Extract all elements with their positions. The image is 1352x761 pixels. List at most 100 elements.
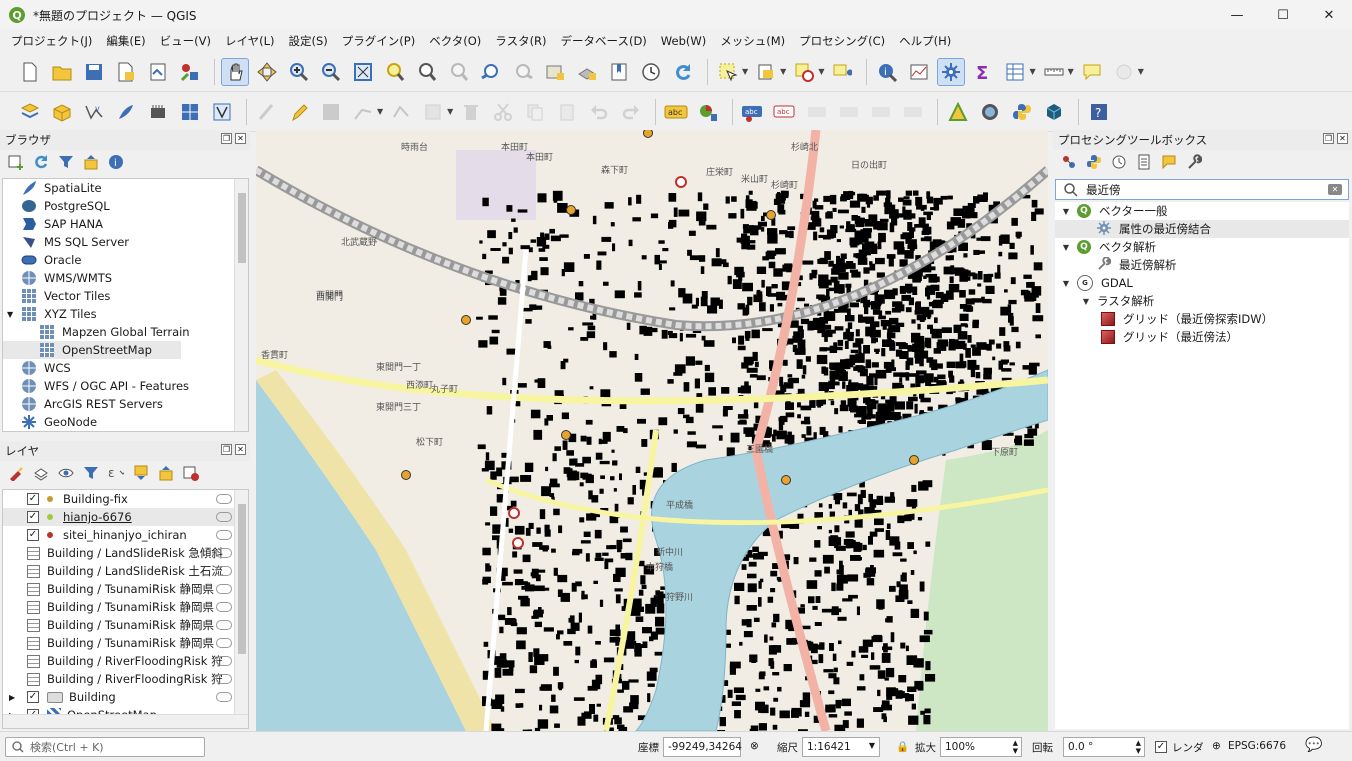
float-panel-icon[interactable]: ❐ <box>221 133 232 144</box>
spatial-bookmark-button[interactable] <box>605 58 633 86</box>
python-console-button[interactable] <box>1008 98 1036 126</box>
menu-view[interactable]: ビュー(V) <box>153 33 218 49</box>
save-project-button[interactable] <box>80 58 108 86</box>
lock-scale-icon[interactable]: 🔒 <box>896 740 909 753</box>
menu-plugins[interactable]: プラグイン(P) <box>335 33 422 49</box>
refresh-icon[interactable] <box>33 154 49 170</box>
browser-item-postgresql[interactable]: PostgreSQL <box>3 197 248 215</box>
map-canvas[interactable]: 本田町 時雨台 本田町 森下町 庄栄町 米山町 杉崎町 杉崎北 日の出町 西開門 西間門 北武蔵野 香貫… <box>256 130 1048 731</box>
options-wrench-icon[interactable] <box>1186 154 1202 170</box>
browser-item-sap-hana[interactable]: SAP HANA <box>3 215 248 233</box>
locator-button[interactable] <box>1110 58 1138 86</box>
new-virtual-layer-button[interactable] <box>208 98 236 126</box>
chevron-down-icon[interactable]: ▼ <box>7 310 17 319</box>
messages-icon[interactable]: 💬 <box>1305 737 1322 753</box>
processing-toolbox-button[interactable] <box>937 57 966 86</box>
scrollbar-thumb[interactable] <box>238 504 246 654</box>
dropdown-arrow-icon[interactable]: ▼ <box>780 67 786 76</box>
zoom-to-selection-button[interactable] <box>381 58 409 86</box>
close-panel-icon[interactable]: ✕ <box>235 133 246 144</box>
chevron-down-icon[interactable]: ▼ <box>1061 279 1071 288</box>
embedded-widget-icon[interactable] <box>216 656 232 666</box>
layer-item[interactable]: Building / RiverFloodingRisk 狩 <box>3 670 248 688</box>
close-button[interactable]: ✕ <box>1306 0 1352 30</box>
new-geopackage-button[interactable] <box>48 98 76 126</box>
modify-attributes-button[interactable] <box>419 98 447 126</box>
new-vertex-layer-button[interactable]: v <box>80 98 108 126</box>
float-panel-icon[interactable]: ❐ <box>1323 133 1334 144</box>
measure-button[interactable] <box>1040 58 1068 86</box>
layer-item[interactable]: ✓ sitei_hinanjyo_ichiran <box>3 526 248 544</box>
style-manager-button[interactable] <box>176 58 204 86</box>
render-checkbox[interactable]: ✓ <box>1155 741 1167 753</box>
zoom-native-button[interactable] <box>445 58 473 86</box>
deselect-all-button[interactable] <box>790 58 818 86</box>
menu-web[interactable]: Web(W) <box>654 34 713 48</box>
dropdown-arrow-icon[interactable]: ▼ <box>818 67 824 76</box>
refresh-button[interactable] <box>669 58 697 86</box>
layer-visibility-checkbox[interactable]: ✓ <box>27 511 39 523</box>
menu-project[interactable]: プロジェクト(J) <box>4 33 99 49</box>
browser-scrollbar[interactable] <box>234 179 248 431</box>
layer-labeling-button[interactable]: abc <box>662 98 690 126</box>
zoom-full-button[interactable] <box>349 58 377 86</box>
chevron-right-icon[interactable]: ▶ <box>9 693 21 702</box>
filter-expression-icon[interactable]: ε <box>108 465 124 481</box>
embedded-widget-icon[interactable] <box>216 602 232 612</box>
layer-item[interactable]: Building / TsunamiRisk 静岡県 <box>3 616 248 634</box>
temp-scratch-layer-button[interactable] <box>144 98 172 126</box>
browser-item-wcs[interactable]: WCS <box>3 359 248 377</box>
browser-item-xyz-tiles[interactable]: ▼ XYZ Tiles <box>3 305 248 323</box>
style-panel-icon[interactable] <box>8 465 24 481</box>
layer-diagram-button[interactable] <box>694 98 722 126</box>
layer-item[interactable]: Building / LandSlideRisk 土石流 <box>3 562 248 580</box>
plugin-globe-button[interactable] <box>976 98 1004 126</box>
dropdown-arrow-icon[interactable]: ▼ <box>377 107 383 116</box>
processing-item[interactable]: ▼ Q ベクタ解析 <box>1055 238 1349 256</box>
chevron-down-icon[interactable]: ▼ <box>1061 207 1071 216</box>
layer-visibility-checkbox[interactable]: ✓ <box>27 529 39 541</box>
paste-features-button[interactable] <box>553 98 581 126</box>
maximize-button[interactable]: ☐ <box>1260 0 1306 30</box>
embedded-widget-icon[interactable] <box>216 566 232 576</box>
minimize-button[interactable]: — <box>1214 0 1260 30</box>
browser-item-wms-wmts[interactable]: WMS/WMTS <box>3 269 248 287</box>
map-tips-button[interactable] <box>1078 58 1106 86</box>
show-hide-labels-button[interactable] <box>803 98 831 126</box>
browser-item-wfs-ogc-api-features[interactable]: WFS / OGC API - Features <box>3 377 248 395</box>
visibility-eye-icon[interactable] <box>58 465 74 481</box>
redo-button[interactable] <box>617 98 645 126</box>
zoom-next-button[interactable] <box>509 58 537 86</box>
coordinate-field[interactable]: -99249,34264 <box>663 737 742 757</box>
delete-selected-button[interactable] <box>457 98 485 126</box>
processing-item[interactable]: ▼ G GDAL <box>1055 274 1349 292</box>
processing-item[interactable]: 属性の最近傍結合 <box>1055 220 1349 238</box>
close-panel-icon[interactable]: ✕ <box>1337 133 1348 144</box>
highlight-labels-button[interactable]: abc <box>771 98 799 126</box>
embedded-widget-icon[interactable] <box>216 584 232 594</box>
embedded-widget-icon[interactable] <box>216 548 232 558</box>
processing-item[interactable]: グリッド（最近傍法） <box>1055 328 1349 346</box>
menu-processing[interactable]: プロセシング(C) <box>792 33 892 49</box>
crs-value[interactable]: EPSG:6676 <box>1228 740 1286 752</box>
processing-item[interactable]: ▼ Q ベクター一般 <box>1055 202 1349 220</box>
browser-item-openstreetmap[interactable]: OpenStreetMap <box>3 341 181 359</box>
zoom-in-button[interactable] <box>285 58 313 86</box>
pin-labels-button[interactable]: abc <box>739 98 767 126</box>
remove-layer-icon[interactable] <box>183 465 199 481</box>
embedded-widget-icon[interactable] <box>216 674 232 684</box>
close-panel-icon[interactable]: ✕ <box>235 444 246 455</box>
spin-arrows-icon[interactable]: ▲ ▼ <box>1136 739 1141 755</box>
add-group-icon[interactable] <box>33 465 49 481</box>
data-source-manager-button[interactable] <box>16 98 44 126</box>
layer-visibility-checkbox[interactable]: ✓ <box>27 493 39 505</box>
filter-icon[interactable] <box>58 154 74 170</box>
dropdown-arrow-icon[interactable]: ▼ <box>447 107 453 116</box>
zoom-out-button[interactable] <box>317 58 345 86</box>
attribute-table-button[interactable] <box>905 58 933 86</box>
history-icon[interactable] <box>1111 154 1127 170</box>
menu-mesh[interactable]: メッシュ(M) <box>713 33 792 49</box>
menu-raster[interactable]: ラスタ(R) <box>488 33 553 49</box>
layers-scrollbar[interactable] <box>234 490 248 728</box>
collapse-all-icon[interactable] <box>158 465 174 481</box>
